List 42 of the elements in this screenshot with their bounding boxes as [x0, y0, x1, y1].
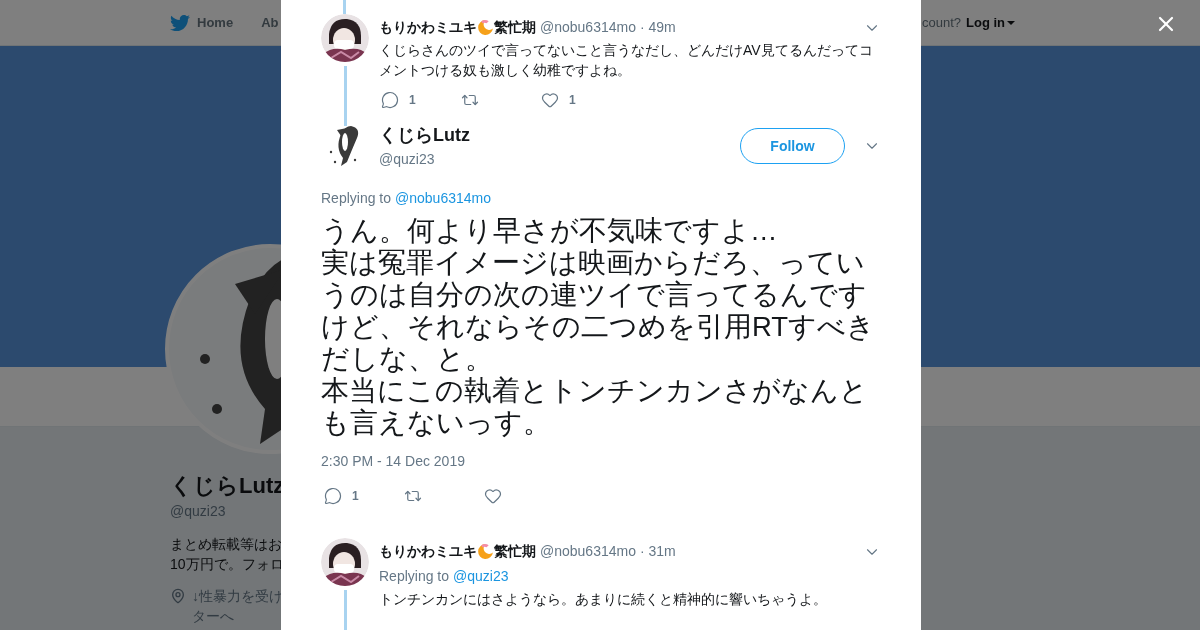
tweet-text: 本当にこの執着とトンチンカンさがなんとも言えないっす。: [321, 375, 869, 439]
tweet-timestamp: 2:30 PM - 14 Dec 2019: [321, 452, 466, 471]
action-count: 1: [569, 92, 576, 109]
replying-to-label: Replying to: [379, 567, 450, 586]
reply-icon[interactable]: [381, 91, 399, 109]
account-prompt: count?: [921, 13, 961, 32]
crescent-moon-icon: [477, 543, 494, 560]
replying-to-label: Replying to: [321, 189, 392, 208]
location-icon: [170, 588, 186, 604]
profile-location: ↓性暴力を受け: [192, 587, 283, 606]
like-icon[interactable]: [484, 487, 502, 505]
bird-icon[interactable]: [170, 12, 190, 33]
author-name: もりかわミユキ: [379, 542, 477, 561]
author-name: 繁忙期: [494, 542, 536, 561]
action-count: 1: [352, 488, 359, 505]
reply-icon[interactable]: [324, 487, 342, 505]
crescent-moon-icon: [477, 19, 494, 36]
author-name: 繁忙期: [494, 18, 536, 37]
profile-location: ターへ: [192, 607, 235, 626]
nav-link[interactable]: Ab: [261, 12, 279, 33]
like-icon[interactable]: [541, 91, 559, 109]
profile-bio: 10万円で。フォロ: [170, 555, 285, 574]
profile-bio: まとめ転載等はお: [170, 535, 283, 554]
author-handle: @quzi23: [379, 150, 436, 169]
author-name: くじらLutz: [379, 124, 470, 147]
tweet-text: 実は冤罪イメージは映画からだろ、っていうのは自分の次の連ツイで言ってるんですけど、それならその二つめを引用RTすべきだしな、と。: [321, 247, 877, 375]
author-handle: @nobu6314mo: [540, 18, 636, 37]
profile-handle: @quzi23: [170, 502, 227, 521]
nav-link[interactable]: Home: [197, 12, 234, 33]
tweet-text: トンチンカンにはさようなら。あまりに続くと精神的に響いちゃうよ。: [379, 590, 828, 609]
author-handle: @nobu6314mo: [540, 542, 636, 561]
caret-icon: [1007, 20, 1015, 25]
mention-link[interactable]: @quzi23: [453, 566, 509, 587]
tweet-time: · 49m: [639, 18, 676, 37]
profile-name: くじらLutz: [170, 473, 286, 499]
author-name: もりかわミユキ: [379, 18, 477, 37]
action-count: 1: [409, 92, 416, 109]
mention-link[interactable]: @nobu6314mo: [395, 188, 491, 209]
tweet-text: くじらさんのツイで言ってないこと言うなだし、どんだけAV見てるんだってコメントつける奴も激しく幼稚ですよね。: [379, 41, 874, 80]
tweet-text: うん。何より早さが不気味ですよ…: [321, 215, 779, 247]
login-button[interactable]: Log in: [966, 12, 1015, 33]
tweet-time: · 31m: [639, 542, 676, 561]
